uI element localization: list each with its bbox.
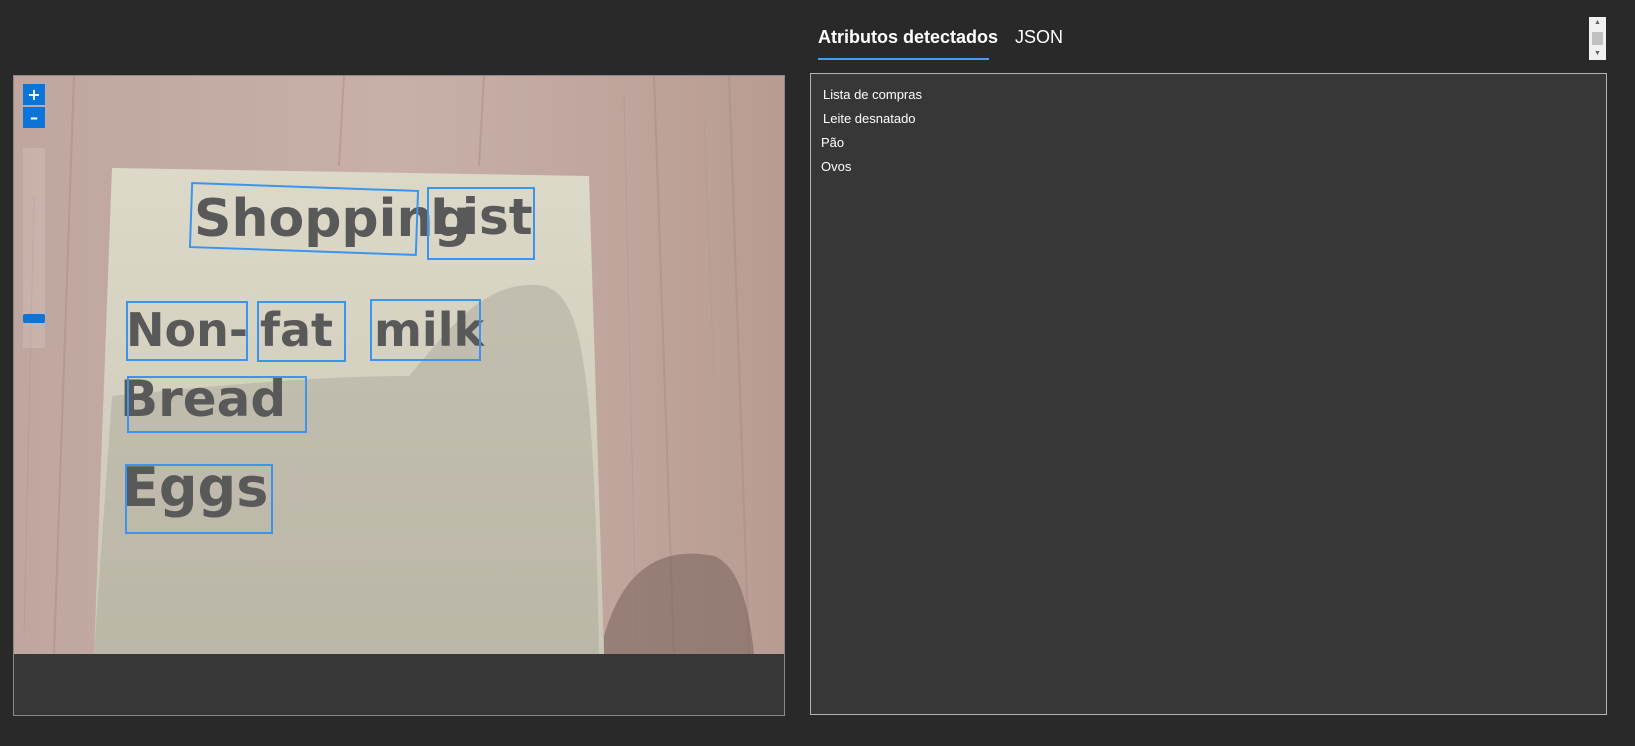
zoom-in-button[interactable]: +: [23, 84, 45, 105]
handwritten-word: milk: [374, 303, 485, 357]
handwritten-word: Non-: [126, 303, 248, 357]
image-viewer[interactable]: Shopping List Non- fat milk Bread Eggs +…: [13, 75, 785, 716]
list-item: Ovos: [821, 159, 852, 174]
document-photo: Shopping List Non- fat milk Bread Eggs: [14, 76, 784, 654]
zoom-slider-thumb[interactable]: [23, 314, 45, 323]
list-item: Pão: [821, 135, 845, 150]
detected-text-list: Lista de compras Leite desnatado Pão Ovo…: [811, 74, 1606, 179]
scrollbar-thumb[interactable]: [1592, 32, 1603, 45]
scrollbar[interactable]: ▲ ▼: [1589, 17, 1606, 60]
handwritten-word: List: [430, 188, 533, 246]
active-tab-indicator: [818, 58, 989, 60]
scroll-up-icon[interactable]: ▲: [1589, 17, 1606, 29]
scroll-down-icon[interactable]: ▼: [1589, 48, 1606, 60]
tab-json[interactable]: JSON: [1015, 27, 1063, 48]
list-item: Lista de compras: [823, 87, 922, 102]
handwritten-word: Bread: [120, 370, 286, 428]
handwritten-word: fat: [260, 303, 333, 357]
zoom-slider[interactable]: [23, 148, 45, 348]
zoom-out-button[interactable]: –: [23, 107, 45, 128]
tab-detected-attributes[interactable]: Atributos detectados: [818, 27, 998, 48]
results-panel: Lista de compras Leite desnatado Pão Ovo…: [810, 73, 1607, 715]
list-item: Leite desnatado: [823, 111, 916, 126]
